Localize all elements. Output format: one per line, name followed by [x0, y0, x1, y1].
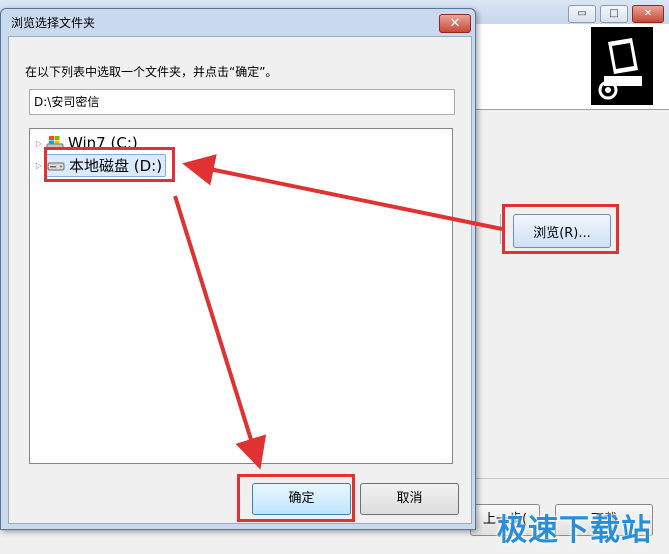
- annotation-arrows: [173, 154, 503, 470]
- watermark-text: 极速下载站: [497, 513, 652, 548]
